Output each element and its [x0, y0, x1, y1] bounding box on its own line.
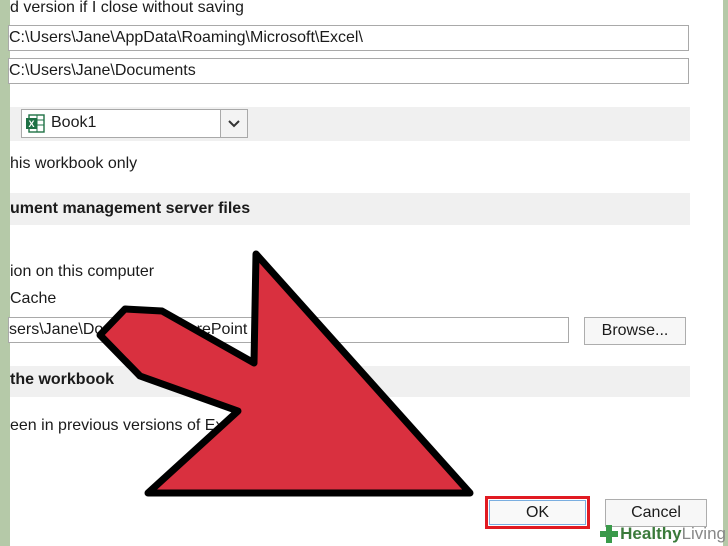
ok-button[interactable]: OK — [489, 500, 586, 525]
default-local-location-field[interactable]: C:\Users\Jane\Documents — [8, 58, 689, 84]
watermark-healthy: Healthy — [620, 524, 682, 543]
svg-text:X: X — [28, 119, 34, 129]
save-on-computer-label: ion on this computer — [10, 263, 155, 280]
preserve-section-title: the workbook — [10, 371, 115, 388]
server-drafts-location-field[interactable]: sers\Jane\Documents\SharePoint Drafts — [8, 317, 569, 343]
dropdown-button[interactable] — [220, 110, 247, 137]
plus-icon — [600, 525, 619, 543]
cancel-button[interactable]: Cancel — [605, 499, 707, 527]
cache-label: Cache — [10, 290, 57, 307]
previous-versions-label: een in previous versions of Excel — [10, 417, 244, 434]
browse-button[interactable]: Browse... — [584, 317, 686, 345]
workbook-select-value: Book1 — [51, 114, 97, 131]
doc-mgmt-section-title: ument management server files — [10, 200, 251, 217]
healthy-living-watermark: Healthy Living — [600, 524, 726, 544]
excel-icon: X — [26, 114, 45, 133]
workbook-only-label: his workbook only — [10, 155, 138, 172]
chevron-down-icon — [228, 119, 240, 127]
watermark-living: Living — [681, 524, 726, 543]
autorecover-keep-label: d version if I close without saving — [10, 0, 244, 16]
autorecover-location-field[interactable]: C:\Users\Jane\AppData\Roaming\Microsoft\… — [8, 25, 689, 51]
workbook-select[interactable]: X Book1 — [21, 109, 248, 138]
excel-options-dialog: d version if I close without saving C:\U… — [8, 0, 723, 546]
